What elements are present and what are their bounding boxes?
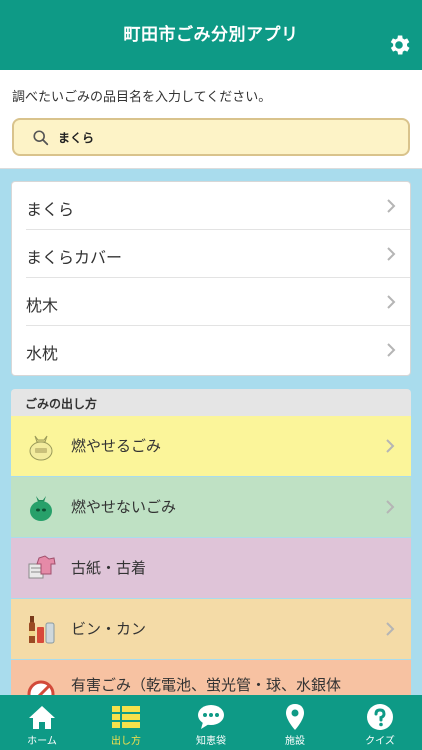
result-label: 枕木 (26, 296, 59, 315)
search-value[interactable]: まくら (58, 129, 94, 146)
category-bottle-can[interactable]: ビン・カン (11, 599, 411, 659)
category-label: 古紙・古着 (71, 559, 147, 577)
app-title: 町田市ごみ分別アプリ (123, 25, 299, 45)
app-header: 町田市ごみ分別アプリ (0, 0, 422, 70)
category-label: 燃やせるごみ (71, 437, 162, 455)
search-results-list: まくら まくらカバー 枕木 水枕 (11, 181, 411, 376)
result-label: まくら (26, 200, 75, 219)
chevron-right-icon (386, 622, 395, 636)
result-item[interactable]: まくら (12, 182, 410, 230)
result-item[interactable]: 枕木 (12, 278, 410, 326)
chevron-right-icon (387, 343, 396, 357)
category-label: 燃やせないごみ (71, 498, 177, 516)
chevron-right-icon (387, 199, 396, 213)
section-title: ごみの出し方 (25, 397, 98, 411)
search-icon (33, 130, 49, 146)
map-pin-icon (286, 704, 304, 730)
chevron-right-icon (386, 439, 395, 453)
tab-label: 出し方 (111, 736, 141, 747)
gear-icon[interactable] (386, 32, 412, 58)
category-hazardous[interactable]: 有害ごみ（乾電池、蛍光管・球、水銀体 (11, 660, 411, 695)
list-grid-icon (112, 706, 140, 728)
tab-label: 知恵袋 (196, 736, 226, 747)
tab-label: クイズ (365, 736, 395, 747)
bottle-can-icon (29, 616, 55, 644)
result-label: 水枕 (26, 344, 59, 363)
question-icon (367, 704, 393, 730)
chevron-right-icon (387, 247, 396, 261)
chat-bubble-icon (198, 705, 224, 729)
tab-label: 施設 (285, 736, 305, 747)
burnable-bag-icon (29, 435, 53, 461)
tab-bar: ホーム 出し方 知恵袋 施設 クイズ (0, 695, 422, 750)
tab-tips[interactable]: 知恵袋 (169, 695, 253, 750)
home-icon (29, 706, 55, 729)
chevron-right-icon (387, 295, 396, 309)
result-label: まくらカバー (26, 248, 123, 267)
category-nonburnable[interactable]: 燃やせないごみ (11, 477, 411, 537)
tab-label: ホーム (27, 736, 57, 747)
tab-facilities[interactable]: 施設 (253, 695, 337, 750)
nonburnable-bag-icon (30, 496, 52, 521)
tab-home[interactable]: ホーム (0, 695, 84, 750)
paper-clothes-icon (28, 555, 56, 579)
result-item[interactable]: まくらカバー (12, 230, 410, 278)
search-input[interactable]: まくら (12, 118, 410, 156)
category-burnable[interactable]: 燃やせるごみ (11, 416, 411, 476)
result-item[interactable]: 水枕 (12, 326, 410, 374)
category-label: 有害ごみ（乾電池、蛍光管・球、水銀体 (71, 676, 342, 694)
hazardous-icon (27, 680, 55, 695)
category-label: ビン・カン (71, 620, 147, 638)
tab-quiz[interactable]: クイズ (338, 695, 422, 750)
search-prompt: 調べたいごみの品目名を入力してください。 (12, 90, 272, 105)
chevron-right-icon (386, 500, 395, 514)
section-header: ごみの出し方 (11, 389, 411, 416)
category-paper-clothes[interactable]: 古紙・古着 (11, 538, 411, 598)
tab-disposal[interactable]: 出し方 (84, 695, 168, 750)
